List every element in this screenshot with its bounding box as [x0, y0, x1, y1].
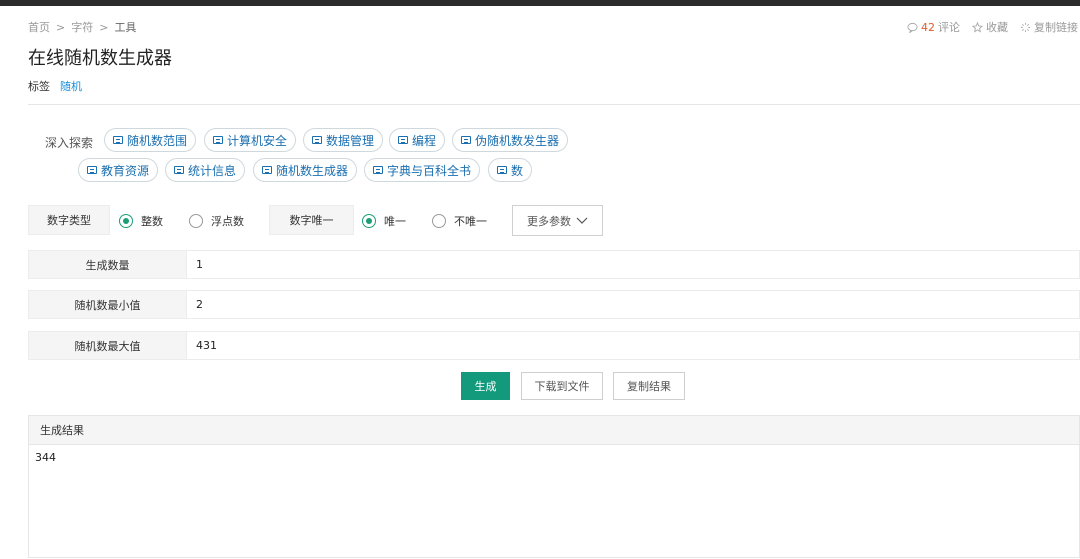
- explore-chip[interactable]: 教育资源: [78, 158, 159, 182]
- explore-chip[interactable]: 计算机安全: [204, 128, 297, 152]
- explore-chip[interactable]: 随机数生成器: [253, 158, 358, 182]
- comment-label: 评论: [938, 21, 960, 34]
- download-button[interactable]: 下载到文件: [521, 372, 603, 400]
- top-bar: [0, 0, 1080, 6]
- radio-not-unique[interactable]: 不唯一: [432, 213, 487, 229]
- tag-list: 标签 随机: [28, 78, 82, 94]
- radio-dot: [362, 214, 376, 228]
- copy-link-label: 复制链接: [1034, 21, 1078, 34]
- more-params-button[interactable]: 更多参数: [512, 205, 603, 236]
- max-label: 随机数最大值: [29, 332, 187, 359]
- explore-chip-label: 教育资源: [101, 163, 150, 178]
- explore-chip-label: 计算机安全: [227, 133, 288, 148]
- card-icon: [497, 166, 507, 174]
- radio-label: 浮点数: [211, 215, 244, 228]
- breadcrumb-category[interactable]: 字符: [71, 19, 93, 35]
- more-params-label: 更多参数: [527, 214, 571, 228]
- count-label: 生成数量: [29, 251, 187, 278]
- radio-label: 不唯一: [454, 215, 487, 228]
- explore-chip[interactable]: 数据管理: [303, 128, 384, 152]
- card-icon: [262, 166, 272, 174]
- page-actions: 42 评论 收藏 复制链接: [907, 19, 1078, 35]
- result-panel: 生成结果 344: [28, 415, 1080, 558]
- generate-button[interactable]: 生成: [461, 372, 510, 400]
- max-input[interactable]: [187, 332, 1079, 359]
- radio-dot: [432, 214, 446, 228]
- card-icon: [113, 136, 123, 144]
- copy-link-button[interactable]: 复制链接: [1020, 19, 1078, 35]
- number-type-label: 数字类型: [28, 205, 110, 235]
- star-icon: [972, 21, 983, 33]
- radio-unique[interactable]: 唯一: [362, 213, 406, 229]
- comment-button[interactable]: 42 评论: [907, 19, 960, 35]
- card-icon: [461, 136, 471, 144]
- min-input[interactable]: [187, 291, 1079, 318]
- explore-chip-label: 字典与百科全书: [387, 163, 472, 178]
- explore-chip[interactable]: 伪随机数发生器: [452, 128, 569, 152]
- radio-dot: [119, 214, 133, 228]
- chevron-down-icon: [576, 217, 588, 224]
- min-label: 随机数最小值: [29, 291, 187, 318]
- favorite-label: 收藏: [986, 21, 1008, 34]
- max-row: 随机数最大值: [28, 331, 1080, 360]
- breadcrumb-separator: >: [56, 20, 66, 34]
- breadcrumb-current: 工具: [114, 21, 137, 34]
- card-icon: [373, 166, 383, 174]
- card-icon: [174, 166, 184, 174]
- comment-count: 42: [921, 20, 935, 34]
- radio-label: 整数: [141, 215, 163, 228]
- breadcrumb-separator: >: [99, 20, 109, 34]
- comment-icon: [907, 22, 918, 33]
- count-input[interactable]: [187, 251, 1079, 278]
- favorite-button[interactable]: 收藏: [972, 19, 1008, 35]
- page-title: 在线随机数生成器: [28, 48, 172, 69]
- explore-chip-label: 伪随机数发生器: [475, 133, 560, 148]
- explore-chip[interactable]: 随机数范围: [104, 128, 197, 152]
- explore-chip[interactable]: 字典与百科全书: [364, 158, 481, 182]
- explore-chip-label: 随机数生成器: [276, 163, 349, 178]
- tag-link[interactable]: 随机: [60, 78, 82, 94]
- breadcrumb: 首页 > 字符 > 工具: [28, 19, 136, 35]
- result-output[interactable]: 344: [29, 445, 1079, 557]
- explore-label: 深入探索: [45, 136, 94, 150]
- explore-chip-label: 统计信息: [188, 163, 237, 178]
- link-icon: [1020, 22, 1031, 32]
- explore-chip[interactable]: 统计信息: [165, 158, 246, 182]
- radio-dot: [189, 214, 203, 228]
- explore-chip[interactable]: 编程: [389, 128, 446, 152]
- unique-label: 数字唯一: [269, 205, 354, 235]
- breadcrumb-home[interactable]: 首页: [28, 19, 50, 35]
- count-row: 生成数量: [28, 250, 1080, 279]
- card-icon: [312, 136, 322, 144]
- copy-result-button[interactable]: 复制结果: [613, 372, 685, 400]
- explore-chip-label: 随机数范围: [127, 133, 188, 148]
- radio-integer[interactable]: 整数: [119, 213, 163, 229]
- card-icon: [398, 136, 408, 144]
- card-icon: [87, 166, 97, 174]
- explore-chip-label: 编程: [412, 133, 437, 148]
- explore-chip-label: 数据管理: [326, 133, 375, 148]
- radio-float[interactable]: 浮点数: [189, 213, 244, 229]
- divider: [28, 104, 1080, 105]
- explore-chip-label: 数: [511, 163, 524, 178]
- explore-chip[interactable]: 数: [488, 158, 533, 182]
- radio-label: 唯一: [384, 215, 406, 228]
- card-icon: [213, 136, 223, 144]
- result-title: 生成结果: [29, 416, 1079, 445]
- min-row: 随机数最小值: [28, 290, 1080, 319]
- tags-label: 标签: [28, 80, 50, 93]
